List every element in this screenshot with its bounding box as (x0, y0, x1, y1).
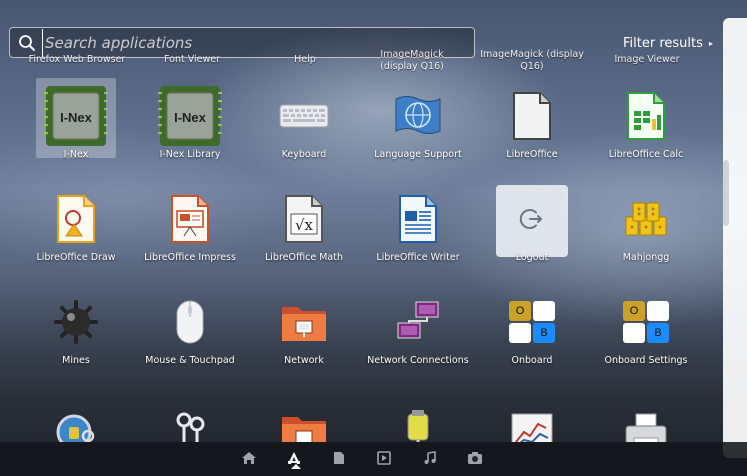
photos-lens-icon[interactable] (465, 448, 485, 468)
app-label: LibreOffice Calc (608, 149, 684, 160)
video-lens-icon[interactable] (374, 448, 394, 468)
onboard-icon: O B (500, 290, 564, 354)
app-tile-keyboard[interactable]: Keyboard (250, 70, 358, 172)
onboard-key-b: B (647, 323, 669, 343)
app-label: Onboard Settings (604, 355, 688, 366)
app-tile-libreoffice-writer[interactable]: LibreOffice Writer (364, 173, 472, 275)
logout-icon (500, 187, 564, 251)
app-label: LibreOffice Impress (144, 252, 236, 263)
app-label-partial[interactable]: Help (249, 54, 361, 66)
app-label: Mines (62, 355, 90, 366)
language-support-icon (386, 84, 450, 148)
libreoffice-writer-icon (386, 187, 450, 251)
onboard-key-blank (509, 323, 531, 343)
filter-results-label: Filter results (623, 35, 703, 51)
mouse-icon (158, 290, 222, 354)
scrollbar-thumb[interactable] (723, 160, 729, 226)
onboard-key-blank (533, 301, 555, 321)
app-label: I-Nex (63, 149, 89, 160)
home-lens-icon[interactable] (239, 448, 259, 468)
app-label: LibreOffice Math (264, 252, 344, 263)
chevron-right-icon: ▸ (708, 38, 713, 48)
libreoffice-calc-icon (614, 84, 678, 148)
app-tile-libreoffice[interactable]: LibreOffice (478, 70, 586, 172)
filter-results-button[interactable]: Filter results ▸ (623, 35, 713, 51)
app-tile-partial[interactable] (136, 384, 244, 442)
svg-text:I-Nex: I-Nex (60, 110, 93, 125)
app-tile-language-support[interactable]: Language Support (364, 70, 472, 172)
mines-icon (44, 290, 108, 354)
app-label: I-Nex Library (159, 149, 221, 160)
app-label-partial[interactable]: Font Viewer (136, 54, 248, 66)
app-label: Language Support (374, 149, 462, 160)
onboard-settings-icon: O B (614, 290, 678, 354)
i-nex-chip-icon: I-Nex (44, 84, 108, 148)
keyboard-icon (272, 84, 336, 148)
i-nex-chip-icon: I-Nex (158, 84, 222, 148)
app-tile-mines[interactable]: Mines (22, 276, 130, 378)
app-label: Mahjongg (622, 252, 670, 263)
app-tile-libreoffice-calc[interactable]: LibreOffice Calc (592, 70, 700, 172)
app-tile-onboard[interactable]: O B Onboard (478, 276, 586, 378)
libreoffice-icon (500, 84, 564, 148)
app-tile-onboard-settings[interactable]: O B Onboard Settings (592, 276, 700, 378)
libreoffice-impress-icon (158, 187, 222, 251)
dash-overlay: Filter results ▸ Firefox Web Browser Fon… (0, 0, 747, 476)
onboard-key-o: O (623, 301, 645, 321)
app-label-partial[interactable]: Image Viewer (591, 54, 703, 66)
svg-text:I-Nex: I-Nex (174, 110, 207, 125)
app-tile-partial[interactable] (364, 384, 472, 442)
app-label: Keyboard (281, 149, 327, 160)
app-label: LibreOffice Writer (376, 252, 460, 263)
folder-icon (272, 400, 336, 442)
keys-icon (158, 400, 222, 442)
app-tile-libreoffice-draw[interactable]: LibreOffice Draw (22, 173, 130, 275)
files-lens-icon[interactable] (329, 448, 349, 468)
app-label: LibreOffice Draw (36, 252, 116, 263)
svg-text:√x: √x (295, 216, 314, 234)
onboard-key-o: O (509, 301, 531, 321)
onboard-key-blank (623, 323, 645, 343)
app-tile-mouse-touchpad[interactable]: Mouse & Touchpad (136, 276, 244, 378)
onboard-key-b: B (533, 323, 555, 343)
app-label: Mouse & Touchpad (145, 355, 235, 366)
mahjongg-icon (614, 187, 678, 251)
passwords-keys-icon (44, 400, 108, 442)
app-label: Logout (515, 252, 549, 263)
app-label-partial[interactable]: Firefox Web Browser (21, 54, 133, 66)
app-label: Network Connections (367, 355, 469, 366)
libreoffice-draw-icon (44, 187, 108, 251)
network-connections-icon (386, 290, 450, 354)
app-label: LibreOffice (506, 149, 558, 160)
app-tile-partial[interactable] (478, 384, 586, 442)
app-tile-logout[interactable]: Logout (478, 173, 586, 275)
app-tile-libreoffice-math[interactable]: √x LibreOffice Math (250, 173, 358, 275)
system-monitor-icon (500, 400, 564, 442)
app-tile-i-nex-library[interactable]: I-Nex I-Nex Library (136, 70, 244, 172)
app-tile-network[interactable]: Network (250, 276, 358, 378)
app-tile-network-connections[interactable]: Network Connections (364, 276, 472, 378)
scrollbar-track[interactable] (723, 18, 747, 458)
app-label: Onboard (511, 355, 553, 366)
app-tile-mahjongg[interactable]: Mahjongg (592, 173, 700, 275)
libreoffice-math-icon: √x (272, 187, 336, 251)
power-plug-icon (386, 400, 450, 442)
network-folder-icon (272, 290, 336, 354)
app-tile-partial[interactable] (250, 384, 358, 442)
app-tile-libreoffice-impress[interactable]: LibreOffice Impress (136, 173, 244, 275)
app-tile-i-nex[interactable]: I-Nex I-Nex (22, 70, 130, 172)
app-tile-partial[interactable] (592, 384, 700, 442)
active-lens-indicator (291, 464, 301, 469)
onboard-key-blank (647, 301, 669, 321)
printer-icon (614, 400, 678, 442)
app-tile-partial[interactable] (22, 384, 130, 442)
music-lens-icon[interactable] (420, 448, 440, 468)
app-label: Network (284, 355, 324, 366)
